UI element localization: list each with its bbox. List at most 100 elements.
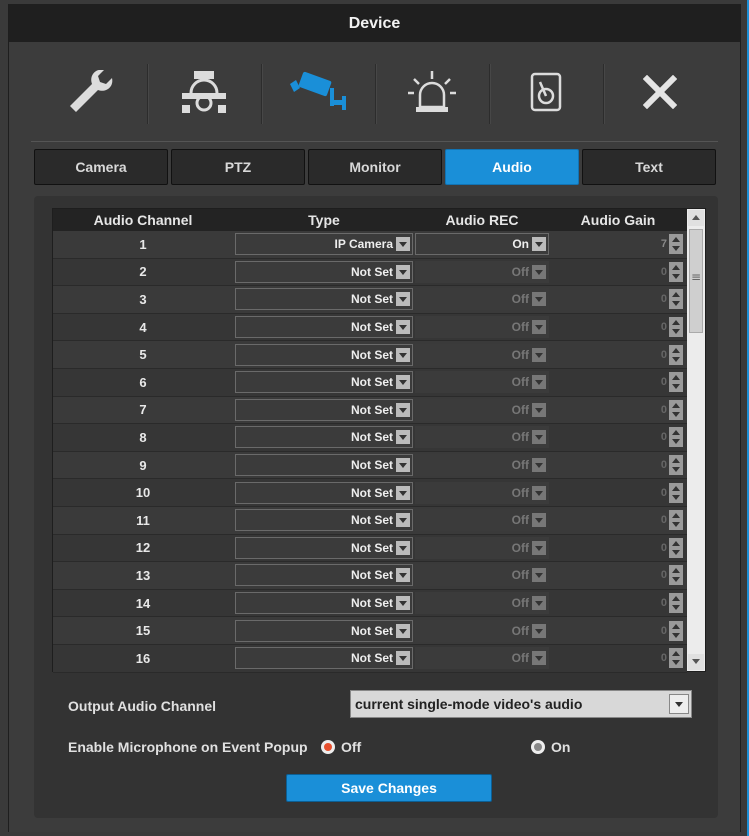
stepper-arrows-icon[interactable]: [669, 620, 683, 641]
stepper-arrows-icon[interactable]: [669, 537, 683, 558]
audio-rec-value: Off: [511, 596, 529, 611]
stepper-arrows-icon[interactable]: [669, 648, 683, 669]
chevron-down-icon[interactable]: [669, 694, 689, 714]
wrench-icon: [70, 70, 113, 112]
audio-rec-select[interactable]: Off: [415, 426, 549, 449]
audio-gain-stepper[interactable]: 7: [549, 234, 685, 255]
audio-rec-select[interactable]: On: [415, 233, 549, 256]
toolbar-ptz-button[interactable]: [147, 42, 261, 142]
audio-rec-select[interactable]: Off: [415, 481, 549, 504]
audio-rec-select[interactable]: Off: [415, 619, 549, 642]
header-audio-rec: Audio REC: [445, 212, 519, 228]
audio-gain-value: 0: [660, 624, 667, 637]
audio-gain-stepper[interactable]: 0: [549, 261, 685, 282]
microphone-off-radio[interactable]: Off: [321, 739, 361, 755]
microphone-on-label: On: [551, 739, 571, 755]
audio-rec-select[interactable]: Off: [415, 564, 549, 587]
stepper-arrows-icon[interactable]: [669, 234, 683, 255]
scroll-thumb[interactable]: [689, 229, 703, 333]
table-row: 7 Not Set Off 0: [53, 396, 687, 425]
type-select[interactable]: Not Set: [235, 288, 413, 311]
window-title: Device: [9, 4, 740, 42]
type-select[interactable]: Not Set: [235, 619, 413, 642]
tab-text[interactable]: Text: [582, 149, 716, 185]
audio-gain-stepper[interactable]: 0: [549, 344, 685, 365]
audio-gain-stepper[interactable]: 0: [549, 289, 685, 310]
audio-gain-stepper[interactable]: 0: [549, 565, 685, 586]
output-audio-channel-select[interactable]: current single-mode video's audio: [350, 690, 692, 718]
audio-rec-select[interactable]: Off: [415, 454, 549, 477]
type-select[interactable]: Not Set: [235, 564, 413, 587]
stepper-arrows-icon[interactable]: [669, 344, 683, 365]
type-select[interactable]: IP Camera: [235, 233, 413, 256]
audio-rec-value: Off: [511, 651, 529, 666]
stepper-arrows-icon[interactable]: [669, 317, 683, 338]
audio-rec-select[interactable]: Off: [415, 536, 549, 559]
table-header: Audio Channel Type Audio REC Audio Gain: [53, 209, 687, 231]
tab-camera[interactable]: Camera: [34, 149, 168, 185]
stepper-arrows-icon[interactable]: [669, 482, 683, 503]
stepper-arrows-icon[interactable]: [669, 261, 683, 282]
stepper-arrows-icon[interactable]: [669, 399, 683, 420]
audio-rec-select[interactable]: Off: [415, 260, 549, 283]
tab-monitor[interactable]: Monitor: [308, 149, 442, 185]
audio-gain-stepper[interactable]: 0: [549, 372, 685, 393]
audio-gain-stepper[interactable]: 0: [549, 482, 685, 503]
type-select[interactable]: Not Set: [235, 481, 413, 504]
toolbar-close-button[interactable]: [603, 42, 717, 142]
toolbar-storage-button[interactable]: [489, 42, 603, 142]
channel-number: 10: [135, 485, 151, 501]
stepper-arrows-icon[interactable]: [669, 289, 683, 310]
type-select[interactable]: Not Set: [235, 316, 413, 339]
audio-gain-value: 0: [660, 597, 667, 610]
stepper-arrows-icon[interactable]: [669, 510, 683, 531]
stepper-arrows-icon[interactable]: [669, 593, 683, 614]
audio-rec-select[interactable]: Off: [415, 398, 549, 421]
audio-gain-stepper[interactable]: 0: [549, 593, 685, 614]
type-value: Not Set: [351, 596, 393, 611]
type-select[interactable]: Not Set: [235, 398, 413, 421]
audio-gain-stepper[interactable]: 0: [549, 537, 685, 558]
audio-rec-select[interactable]: Off: [415, 288, 549, 311]
audio-gain-stepper[interactable]: 0: [549, 510, 685, 531]
microphone-popup-label: Enable Microphone on Event Popup: [68, 739, 308, 755]
toolbar-camera-button[interactable]: [261, 42, 375, 142]
save-changes-button[interactable]: Save Changes: [286, 774, 492, 802]
audio-gain-stepper[interactable]: 0: [549, 399, 685, 420]
type-select[interactable]: Not Set: [235, 536, 413, 559]
audio-gain-stepper[interactable]: 0: [549, 648, 685, 669]
type-select[interactable]: Not Set: [235, 647, 413, 670]
type-select[interactable]: Not Set: [235, 260, 413, 283]
stepper-arrows-icon[interactable]: [669, 372, 683, 393]
audio-rec-select[interactable]: Off: [415, 592, 549, 615]
tab-ptz[interactable]: PTZ: [171, 149, 305, 185]
type-select[interactable]: Not Set: [235, 592, 413, 615]
audio-rec-select[interactable]: Off: [415, 509, 549, 532]
table-scrollbar[interactable]: [687, 209, 705, 671]
channel-number: 12: [135, 540, 151, 556]
audio-rec-select[interactable]: Off: [415, 371, 549, 394]
type-select[interactable]: Not Set: [235, 454, 413, 477]
stepper-arrows-icon[interactable]: [669, 455, 683, 476]
chevron-down-icon: [532, 264, 546, 279]
audio-gain-stepper[interactable]: 0: [549, 455, 685, 476]
audio-rec-select[interactable]: Off: [415, 647, 549, 670]
toolbar-alarm-button[interactable]: [375, 42, 489, 142]
audio-gain-stepper[interactable]: 0: [549, 427, 685, 448]
stepper-arrows-icon[interactable]: [669, 427, 683, 448]
toolbar-system-button[interactable]: [33, 42, 147, 142]
audio-rec-select[interactable]: Off: [415, 316, 549, 339]
type-select[interactable]: Not Set: [235, 371, 413, 394]
audio-rec-select[interactable]: Off: [415, 343, 549, 366]
scroll-down-button[interactable]: [688, 654, 704, 670]
audio-gain-stepper[interactable]: 0: [549, 317, 685, 338]
type-select[interactable]: Not Set: [235, 509, 413, 532]
scroll-up-button[interactable]: [688, 210, 704, 226]
tab-audio[interactable]: Audio: [445, 149, 579, 185]
audio-gain-stepper[interactable]: 0: [549, 620, 685, 641]
microphone-on-radio[interactable]: On: [531, 739, 570, 755]
stepper-arrows-icon[interactable]: [669, 565, 683, 586]
type-select[interactable]: Not Set: [235, 426, 413, 449]
audio-gain-value: 0: [660, 486, 667, 499]
type-select[interactable]: Not Set: [235, 343, 413, 366]
